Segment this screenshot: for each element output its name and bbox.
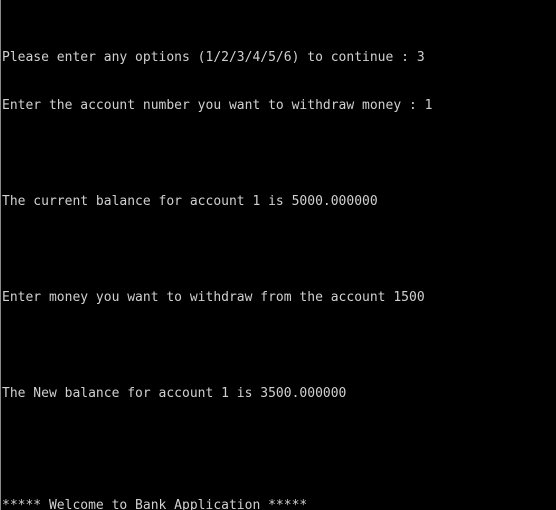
output-line-new-balance: The New balance for account 1 is 3500.00… <box>2 386 347 401</box>
terminal-window[interactable]: Please enter any options (1/2/3/4/5/6) t… <box>0 0 556 510</box>
terminal-screen[interactable]: Please enter any options (1/2/3/4/5/6) t… <box>2 2 479 510</box>
output-line-withdraw-amount-prompt: Enter money you want to withdraw from th… <box>2 290 425 305</box>
welcome-banner: ***** Welcome to Bank Application ***** <box>2 498 308 510</box>
output-line-options-prompt-3: Please enter any options (1/2/3/4/5/6) t… <box>2 50 425 65</box>
output-line-current-balance: The current balance for account 1 is 500… <box>2 194 378 209</box>
output-line-account-number-prompt: Enter the account number you want to wit… <box>2 98 433 113</box>
